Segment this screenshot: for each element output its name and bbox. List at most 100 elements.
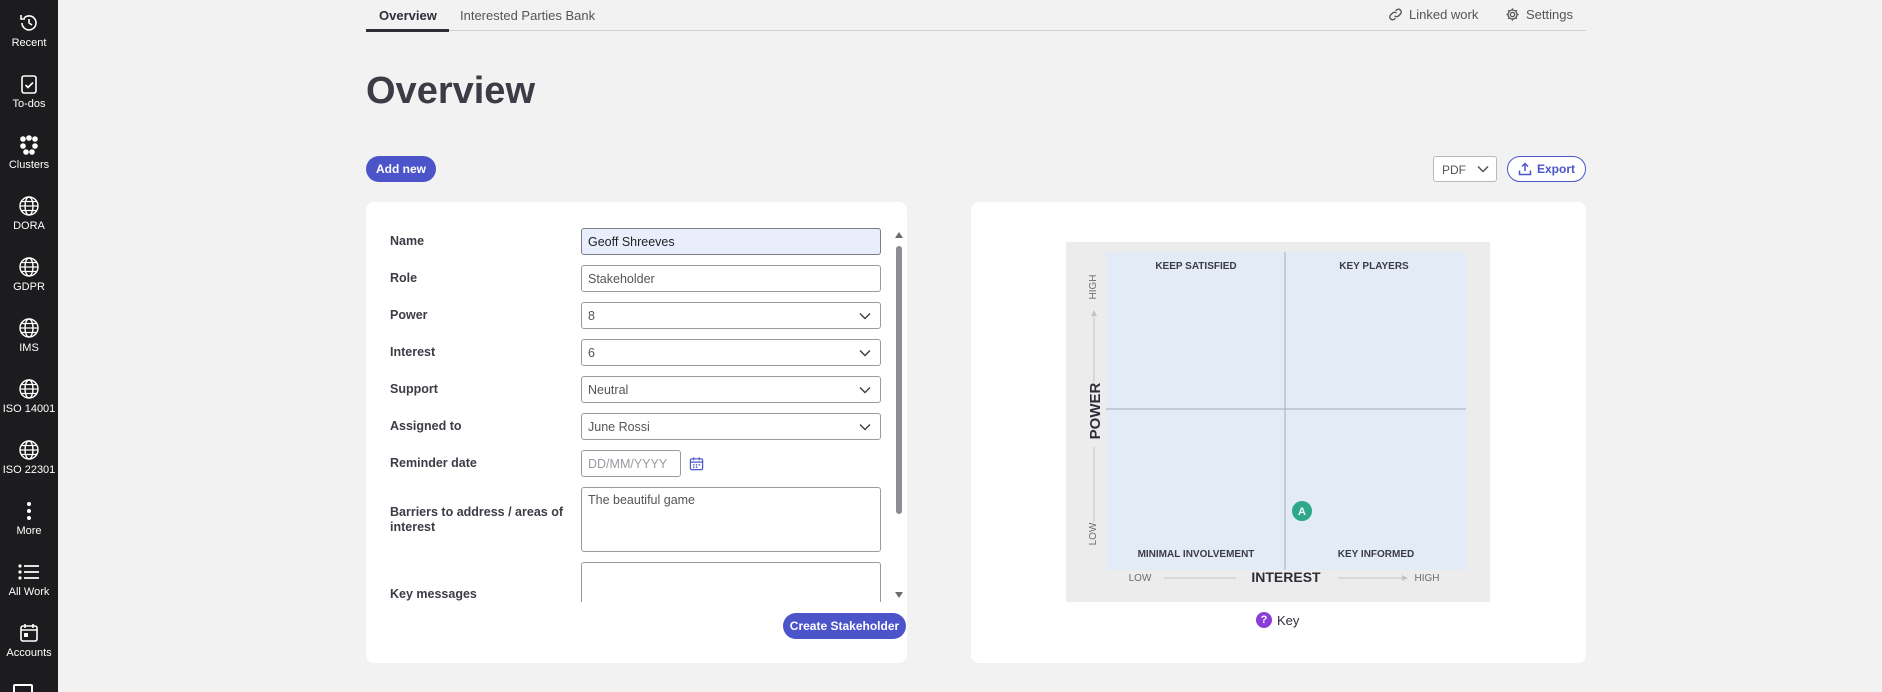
rail-item-partial-icon: [13, 684, 33, 692]
assigned-to-select[interactable]: June Rossi: [581, 413, 881, 440]
globe-icon: [19, 196, 39, 216]
page-title: Overview: [366, 70, 535, 112]
scroll-up-arrow-icon[interactable]: [894, 231, 904, 239]
stakeholder-marker-label: A: [1298, 506, 1306, 518]
support-select[interactable]: Neutral: [581, 376, 881, 403]
assigned-to-label: Assigned to: [390, 419, 462, 433]
role-label: Role: [390, 271, 418, 285]
rail-label: ISO 14001: [2, 403, 56, 415]
interest-value: 6: [588, 346, 595, 360]
calendar-icon: [20, 624, 38, 642]
matrix-key-toggle[interactable]: ? Key: [1256, 612, 1299, 628]
form-scrollbar-thumb[interactable]: [896, 246, 902, 514]
export-format-value: PDF: [1442, 163, 1466, 177]
tab-overview[interactable]: Overview: [379, 8, 437, 23]
quadrant-keep-informed: KEY INFORMED: [1338, 549, 1415, 560]
barriers-textarea[interactable]: The beautiful game: [581, 487, 881, 552]
x-axis-low-label: LOW: [1129, 573, 1152, 584]
role-field[interactable]: Stakeholder: [581, 265, 881, 292]
chevron-down-icon: [859, 424, 871, 431]
power-value: 8: [588, 309, 595, 323]
interest-select[interactable]: 6: [581, 339, 881, 366]
rail-item-recent[interactable]: Recent: [0, 4, 58, 60]
rail-label: IMS: [19, 342, 39, 354]
rail-label: DORA: [13, 220, 45, 232]
export-format-select[interactable]: PDF: [1433, 156, 1497, 182]
matrix-quadrant-area: [1106, 252, 1466, 570]
globe-icon: [19, 318, 39, 338]
tab-interested-parties-bank[interactable]: Interested Parties Bank: [460, 8, 595, 23]
rail-item-more[interactable]: More: [0, 492, 58, 548]
power-interest-matrix: KEEP SATISFIED KEY PLAYERS MINIMAL INVOL…: [1066, 242, 1490, 602]
rail-item-accounts[interactable]: Accounts: [0, 614, 58, 670]
y-axis-high-label: HIGH: [1088, 275, 1099, 300]
globe-icon: [19, 257, 39, 277]
rail-item-iso-14001[interactable]: ISO 14001: [0, 370, 58, 426]
x-axis-high-label: HIGH: [1415, 573, 1440, 584]
linked-work-link[interactable]: Linked work: [1388, 7, 1478, 22]
rail-label: Recent: [11, 37, 47, 49]
reminder-date-input[interactable]: DD/MM/YYYY: [581, 450, 681, 477]
key-label: Key: [1277, 612, 1300, 628]
interest-label: Interest: [390, 345, 436, 359]
rail-label: ISO 22301: [2, 464, 56, 476]
calendar-icon[interactable]: [689, 456, 704, 471]
chevron-down-icon: [859, 387, 871, 394]
y-axis-low-label: LOW: [1088, 522, 1099, 545]
name-field[interactable]: Geoff Shreeves: [581, 228, 881, 255]
form-scroll-clip: [375, 602, 895, 606]
key-messages-textarea[interactable]: [581, 562, 881, 602]
clusters-icon: [20, 135, 38, 155]
create-stakeholder-button[interactable]: Create Stakeholder: [783, 613, 906, 639]
upload-icon: [1518, 162, 1532, 176]
more-vertical-icon: [27, 502, 31, 520]
clipboard-check-icon: [21, 75, 37, 94]
rail-item-gdpr[interactable]: GDPR: [0, 248, 58, 304]
tab-bar: Overview Interested Parties Bank Linked …: [366, 0, 1586, 32]
active-tab-indicator: [366, 29, 449, 32]
rail-label: Accounts: [6, 647, 52, 659]
history-icon: [20, 15, 37, 31]
globe-icon: [19, 379, 39, 399]
settings-link[interactable]: Settings: [1505, 7, 1573, 22]
power-label: Power: [390, 308, 428, 322]
quadrant-minimal-involvement: MINIMAL INVOLVEMENT: [1138, 549, 1255, 560]
x-axis-label: INTEREST: [1251, 569, 1321, 585]
rail-item-all-work[interactable]: All Work: [0, 553, 58, 609]
quadrant-key-players: KEY PLAYERS: [1339, 261, 1409, 272]
name-label: Name: [390, 234, 425, 248]
settings-label: Settings: [1526, 7, 1573, 22]
support-value: Neutral: [588, 383, 629, 397]
export-label: Export: [1536, 162, 1575, 176]
rail-label: More: [16, 525, 42, 537]
rail-label: GDPR: [13, 281, 45, 293]
chevron-down-icon: [1477, 165, 1489, 173]
barriers-label: Barriers to address / areas of interest: [390, 505, 563, 534]
export-button[interactable]: Export: [1507, 156, 1586, 182]
scroll-down-arrow-icon[interactable]: [894, 591, 904, 599]
globe-icon: [19, 440, 39, 460]
chevron-down-icon: [859, 350, 871, 357]
rail-item-todos[interactable]: To-dos: [0, 65, 58, 121]
rail-label: Clusters: [8, 159, 50, 171]
list-icon: [18, 564, 39, 580]
chevron-down-icon: [859, 313, 871, 320]
key-messages-label: Key messages: [390, 587, 477, 601]
linked-work-label: Linked work: [1409, 7, 1479, 22]
add-new-button[interactable]: Add new: [366, 156, 436, 182]
reminder-date-label: Reminder date: [390, 456, 477, 470]
link-icon: [1389, 8, 1402, 21]
support-label: Support: [390, 382, 438, 396]
rail-item-iso-22301[interactable]: ISO 22301: [0, 431, 58, 487]
rail-item-ims[interactable]: IMS: [0, 309, 58, 365]
assigned-to-value: June Rossi: [588, 420, 650, 434]
power-select[interactable]: 8: [581, 302, 881, 329]
rail-label: To-dos: [12, 98, 46, 110]
rail-item-dora[interactable]: DORA: [0, 187, 58, 243]
rail-label: All Work: [8, 586, 50, 598]
rail-item-clusters[interactable]: Clusters: [0, 126, 58, 182]
help-icon: ?: [1256, 612, 1272, 628]
quadrant-keep-satisfied: KEEP SATISFIED: [1155, 261, 1236, 272]
y-axis-label: POWER: [1087, 383, 1104, 440]
gear-icon: [1506, 8, 1519, 21]
